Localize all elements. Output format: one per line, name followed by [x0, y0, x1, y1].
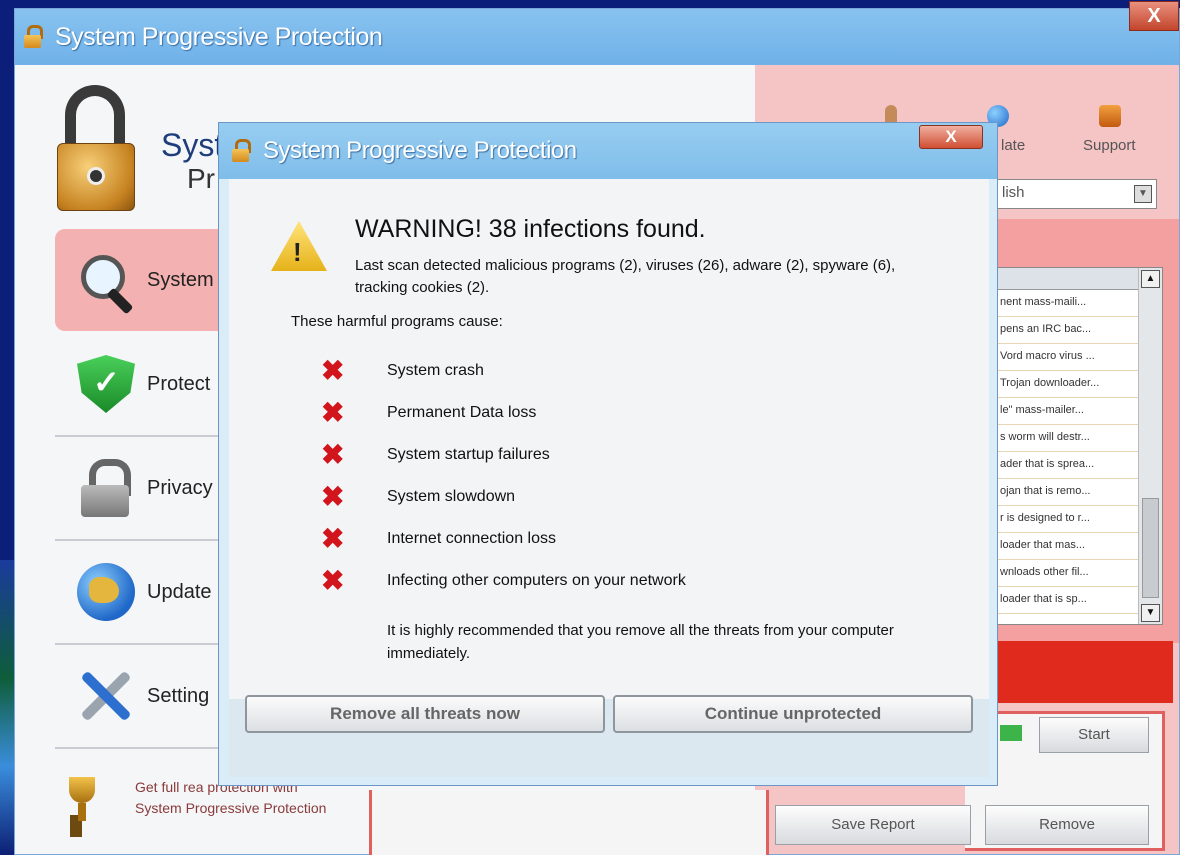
remove-all-threats-button[interactable]: Remove all threats now [245, 695, 605, 733]
warning-icon-mark: ! [293, 237, 302, 267]
remove-button[interactable]: Remove [985, 805, 1149, 845]
cause-item: ✖ Infecting other computers on your netw… [321, 567, 686, 595]
red-x-icon: ✖ [321, 355, 345, 386]
main-titlebar: System Progressive Protection X [15, 1, 1179, 65]
recommendation-text: It is highly recommended that you remove… [387, 622, 894, 662]
scroll-up-icon[interactable]: ▲ [1141, 270, 1160, 288]
globe-icon [77, 563, 135, 621]
cause-text: Infecting other computers on your networ… [387, 572, 686, 589]
start-button[interactable]: Start [1039, 717, 1149, 753]
tools-icon [77, 667, 135, 725]
cause-item: ✖ Internet connection loss [321, 525, 556, 553]
results-lower-frame [369, 790, 769, 855]
scroll-thumb[interactable] [1142, 498, 1159, 598]
cause-text: System crash [387, 362, 484, 379]
dialog-titlebar: System Progressive Protection X [219, 123, 997, 179]
lock-icon [23, 25, 43, 49]
threat-list-scrollbar[interactable]: ▲ ▼ [1138, 268, 1162, 624]
nav-label: Update [147, 580, 212, 603]
scan-progress-bar [1000, 725, 1022, 741]
red-x-icon: ✖ [321, 439, 345, 470]
scroll-down-icon[interactable]: ▼ [1141, 604, 1160, 622]
continue-unprotected-button[interactable]: Continue unprotected [613, 695, 973, 733]
dialog-title: System Progressive Protection [263, 137, 577, 164]
cause-text: Internet connection loss [387, 530, 556, 547]
cause-text: System slowdown [387, 488, 516, 505]
nav-label: System [147, 268, 214, 291]
language-value: lish [1002, 184, 1025, 201]
red-x-icon: ✖ [321, 397, 345, 428]
threat-list[interactable]: nent mass-maili... pens an IRC bac... Vord… [995, 267, 1163, 625]
support-icon[interactable] [1099, 105, 1121, 127]
cause-text: Permanent Data loss [387, 404, 537, 421]
warning-dialog: System Progressive Protection X ! WARNIN… [218, 122, 998, 786]
chevron-down-icon[interactable]: ▼ [1134, 185, 1152, 203]
brand-name-line2: Pr [187, 163, 215, 194]
update-link[interactable]: late [1001, 137, 1025, 154]
language-select[interactable]: lish ▼ [995, 179, 1157, 209]
nav-label: Setting [147, 684, 210, 707]
lock-icon [77, 459, 135, 517]
cause-item: ✖ System crash [321, 357, 484, 385]
nav-label: Privacy [147, 476, 213, 499]
lock-icon [231, 139, 251, 163]
cause-item: ✖ Permanent Data loss [321, 399, 536, 427]
main-close-button[interactable]: X [1129, 1, 1179, 31]
cause-text: System startup failures [387, 446, 550, 463]
trophy-icon [67, 777, 97, 827]
dialog-close-button[interactable]: X [919, 125, 983, 149]
warning-heading: WARNING! 38 infections found. [355, 215, 706, 243]
dialog-body: ! WARNING! 38 infections found. Last sca… [229, 179, 989, 777]
red-x-icon: ✖ [321, 481, 345, 512]
shield-icon [77, 355, 135, 413]
save-report-button[interactable]: Save Report [775, 805, 971, 845]
magnifier-icon [77, 251, 135, 309]
nav-label: Protect [147, 372, 211, 395]
red-x-icon: ✖ [321, 523, 345, 554]
warning-subtext: Last scan detected malicious programs (2… [355, 257, 896, 296]
main-window-title: System Progressive Protection [55, 22, 383, 51]
causes-label: These harmful programs cause: [291, 313, 503, 330]
cause-item: ✖ System startup failures [321, 441, 550, 469]
brand-name-line1: Syst [161, 127, 224, 163]
red-x-icon: ✖ [321, 565, 345, 596]
cause-item: ✖ System slowdown [321, 483, 515, 511]
support-link[interactable]: Support [1083, 137, 1136, 154]
danger-status-bar [995, 641, 1173, 703]
padlock-logo-icon [57, 85, 135, 211]
desktop-background [0, 560, 14, 855]
